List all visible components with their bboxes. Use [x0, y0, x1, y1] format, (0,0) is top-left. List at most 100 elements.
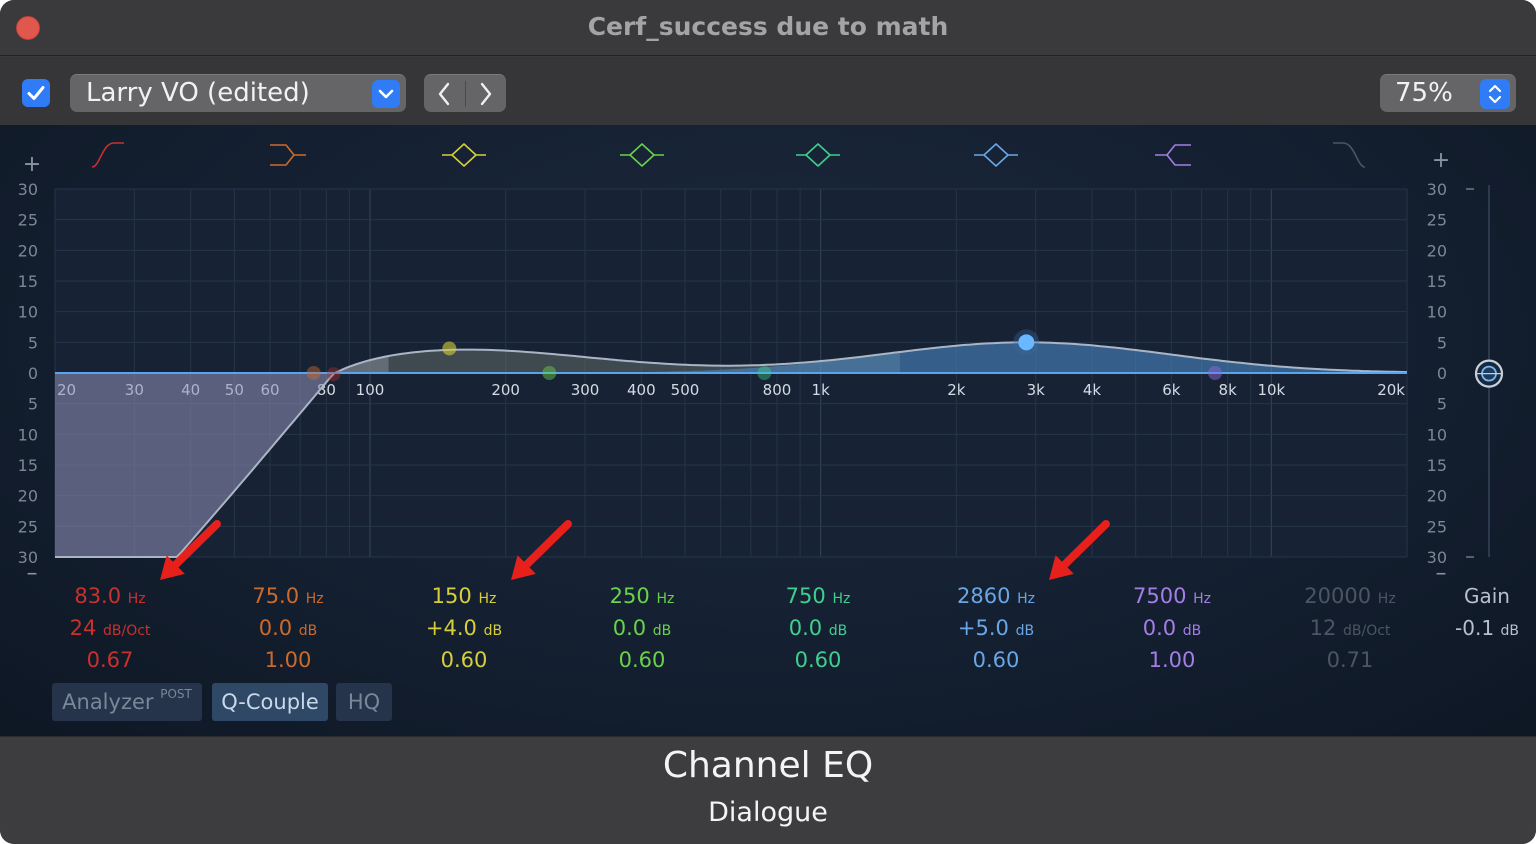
title-bar: Cerf_success due to math: [0, 0, 1536, 56]
frequency-tick-label: 8k: [1219, 381, 1238, 399]
frequency-tick-label: 3k: [1027, 381, 1046, 399]
db-tick-label: 25: [18, 211, 38, 230]
band-node[interactable]: [326, 367, 341, 382]
next-preset-button[interactable]: [465, 75, 506, 113]
view-size-value: 75%: [1395, 78, 1453, 108]
band-q-value[interactable]: 0.60: [728, 644, 908, 676]
band-gain-value[interactable]: 0.0 dB: [1082, 612, 1262, 644]
plugin-enable-checkbox[interactable]: [22, 79, 50, 107]
band-node[interactable]: [306, 366, 321, 380]
db-tick-label: 30: [18, 180, 38, 199]
bell-icon[interactable]: [442, 143, 486, 167]
band-frequency-value[interactable]: 20000 Hz: [1260, 580, 1440, 612]
band-6-params: 2860 Hz +5.0 dB 0.60: [906, 580, 1086, 676]
channel-eq-window: Cerf_success due to math Larry VO (edite…: [0, 0, 1536, 844]
band-node[interactable]: [1208, 366, 1223, 380]
band-frequency-value[interactable]: 150 Hz: [374, 580, 554, 612]
plugin-footer: Channel EQ Dialogue: [0, 736, 1536, 844]
band-gain-value[interactable]: +4.0 dB: [374, 612, 554, 644]
band-q-value[interactable]: 0.71: [1260, 644, 1440, 676]
band-node[interactable]: [1018, 334, 1035, 351]
band-q-value[interactable]: 1.00: [198, 644, 378, 676]
band-frequency-value[interactable]: 83.0 Hz: [20, 580, 200, 612]
band-node[interactable]: [542, 366, 557, 380]
band-gain-value[interactable]: 24 dB/Oct: [20, 612, 200, 644]
band-3-params: 150 Hz +4.0 dB 0.60: [374, 580, 554, 676]
gain-label: Gain: [1464, 584, 1510, 608]
bell-icon[interactable]: [620, 143, 664, 167]
band-frequency-value[interactable]: 75.0 Hz: [198, 580, 378, 612]
band-node[interactable]: [757, 366, 772, 380]
low-cut-icon[interactable]: [91, 142, 124, 168]
band-2-params: 75.0 Hz 0.0 dB 1.00: [198, 580, 378, 676]
frequency-tick-label: 400: [627, 381, 656, 399]
band-5-params: 750 Hz 0.0 dB 0.60: [728, 580, 908, 676]
view-size-popup[interactable]: 75%: [1380, 74, 1516, 112]
db-tick-label: 25: [1427, 211, 1447, 230]
db-tick-label: 15: [1427, 272, 1447, 291]
bell-icon[interactable]: [974, 143, 1018, 167]
frequency-tick-label: 6k: [1162, 381, 1181, 399]
frequency-tick-label: 2k: [947, 381, 966, 399]
band-gain-value[interactable]: 0.0 dB: [552, 612, 732, 644]
band-frequency-value[interactable]: 7500 Hz: [1082, 580, 1262, 612]
band-4-params: 250 Hz 0.0 dB 0.60: [552, 580, 732, 676]
db-tick-label: 20: [1427, 487, 1447, 506]
preset-navigation: [424, 74, 506, 112]
db-tick-label: 20: [18, 241, 38, 260]
hq-button[interactable]: HQ: [336, 683, 392, 721]
band-7-params: 7500 Hz 0.0 dB 1.00: [1082, 580, 1262, 676]
stepper-icon[interactable]: [1480, 79, 1510, 109]
db-tick-label: 0: [1437, 364, 1447, 383]
band-frequency-value[interactable]: 250 Hz: [552, 580, 732, 612]
frequency-tick-label: 4k: [1083, 381, 1102, 399]
band-gain-value[interactable]: +5.0 dB: [906, 612, 1086, 644]
q-couple-button[interactable]: Q-Couple: [212, 683, 328, 721]
db-tick-label: 15: [1427, 456, 1447, 475]
band-q-value[interactable]: 0.60: [552, 644, 732, 676]
bell-icon[interactable]: [796, 143, 840, 167]
gain-value[interactable]: -0.1 dB: [1440, 612, 1534, 644]
band-q-value[interactable]: 0.60: [906, 644, 1086, 676]
chevron-down-icon[interactable]: [372, 80, 400, 108]
band-q-value[interactable]: 0.60: [374, 644, 554, 676]
band-8-params: 20000 Hz 12 dB/Oct 0.71: [1260, 580, 1440, 676]
chevron-left-icon: [438, 82, 450, 106]
band-gain-value[interactable]: 0.0 dB: [728, 612, 908, 644]
db-tick-label: 15: [18, 272, 38, 291]
plugin-toolbar: Larry VO (edited) 75%: [0, 57, 1536, 125]
previous-preset-button[interactable]: [424, 75, 465, 113]
frequency-tick-label: 200: [491, 381, 520, 399]
window-title: Cerf_success due to math: [587, 12, 949, 41]
db-tick-label: 10: [18, 425, 38, 444]
chevron-right-icon: [480, 82, 492, 106]
band-gain-value[interactable]: 12 dB/Oct: [1260, 612, 1440, 644]
frequency-tick-label: 100: [356, 381, 385, 399]
db-tick-label: 25: [18, 517, 38, 536]
high-cut-icon[interactable]: [1333, 142, 1366, 168]
db-tick-label: 5: [1437, 395, 1447, 414]
frequency-tick-label: 800: [763, 381, 792, 399]
db-tick-label: 30: [1427, 180, 1447, 199]
frequency-tick-label: 500: [671, 381, 700, 399]
zoom-in-right-button[interactable]: +: [1432, 148, 1450, 173]
db-tick-label: 25: [1427, 517, 1447, 536]
band-gain-value[interactable]: 0.0 dB: [198, 612, 378, 644]
db-tick-label: 10: [18, 303, 38, 322]
preset-popup[interactable]: Larry VO (edited): [70, 74, 406, 112]
band-frequency-value[interactable]: 750 Hz: [728, 580, 908, 612]
band-q-value[interactable]: 0.67: [20, 644, 200, 676]
low-shelf-icon[interactable]: [270, 144, 306, 166]
db-tick-label: 5: [1437, 333, 1447, 352]
band-q-value[interactable]: 1.00: [1082, 644, 1262, 676]
db-tick-label: 5: [28, 333, 38, 352]
band-node[interactable]: [442, 341, 457, 356]
high-shelf-icon[interactable]: [1155, 144, 1191, 166]
db-tick-label: 20: [1427, 241, 1447, 260]
band-1-params: 83.0 Hz 24 dB/Oct 0.67: [20, 580, 200, 676]
track-name: Dialogue: [708, 797, 828, 828]
band-frequency-value[interactable]: 2860 Hz: [906, 580, 1086, 612]
analyzer-button[interactable]: Analyzer POST: [52, 683, 202, 721]
zoom-in-left-button[interactable]: +: [23, 152, 41, 177]
eq-display: 30 25 20 15 10 5 0 5 10 15 20 25 30 30 25 20 15 10 5 0 5 10 15…: [0, 125, 1536, 736]
